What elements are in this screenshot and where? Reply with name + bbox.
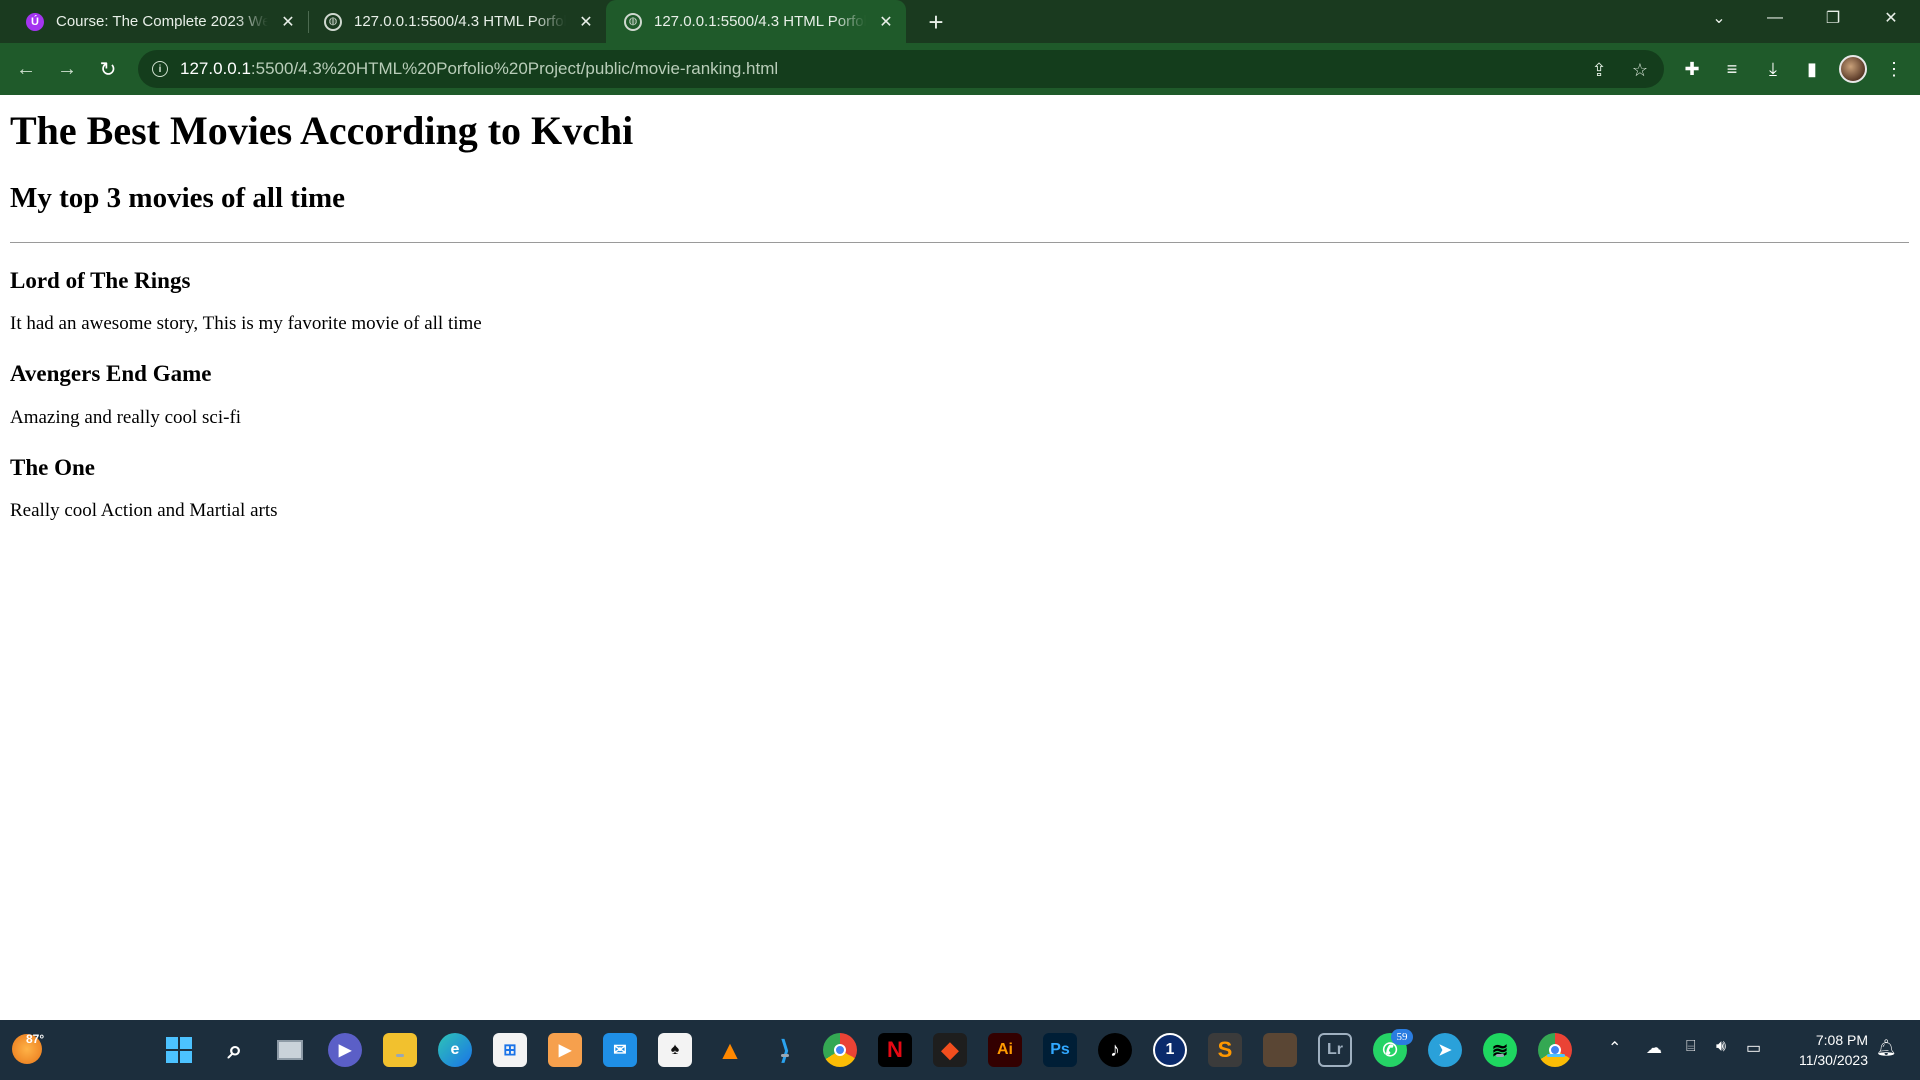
side-panel-icon[interactable]: ▮ — [1798, 55, 1826, 83]
vscode-icon[interactable]: ⟩ — [768, 1033, 802, 1067]
close-tab-icon[interactable]: ✕ — [276, 10, 300, 34]
share-icon[interactable]: ⇪ — [1588, 59, 1610, 81]
file-explorer-icon[interactable] — [383, 1033, 417, 1067]
minimize-button[interactable]: — — [1752, 0, 1798, 36]
network-icon[interactable]: ⌸ — [1686, 1038, 1696, 1056]
chrome-profile-icon[interactable] — [1538, 1033, 1572, 1067]
new-tab-button[interactable]: + — [922, 8, 950, 36]
telegram-icon[interactable]: ➤ — [1428, 1033, 1462, 1067]
reload-icon[interactable]: ↻ — [94, 55, 122, 83]
vlc-icon[interactable]: ▲ — [713, 1033, 747, 1067]
tray-overflow-chevron-icon[interactable]: ⌃ — [1608, 1038, 1621, 1058]
divider — [10, 241, 1909, 243]
extensions-icon[interactable]: ✚ — [1678, 55, 1706, 83]
browser-toolbar: ← → ↻ i 127.0.0.1:5500/4.3%20HTML%20Porf… — [0, 43, 1920, 95]
volume-icon[interactable]: 🔊︎ — [1716, 1038, 1726, 1056]
udemy-icon: Ú — [26, 12, 44, 31]
tiktok-icon[interactable]: ♪ — [1098, 1033, 1132, 1067]
tab-localhost-1[interactable]: ◍ 127.0.0.1:5500/4.3 HTML Porfolio Proje… — [306, 0, 598, 43]
whatsapp-unread-badge: 59 — [1391, 1029, 1413, 1045]
mail-icon[interactable]: ✉ — [603, 1033, 637, 1067]
spotify-icon[interactable]: ≋ — [1483, 1033, 1517, 1067]
page-subtitle: My top 3 movies of all time — [10, 182, 346, 214]
sublime-text-icon[interactable]: S — [1208, 1033, 1242, 1067]
chrome-icon[interactable] — [823, 1033, 857, 1067]
running-indicator — [1496, 1054, 1504, 1057]
tab-title: 127.0.0.1:5500/4.3 HTML Porfolio Project — [354, 13, 566, 30]
movie-title: Lord of The Rings — [10, 267, 191, 293]
movie-description: It had an awesome story, This is my favo… — [10, 313, 482, 335]
tab-search-chevron-icon[interactable]: ⌄ — [1696, 0, 1742, 36]
game-app-icon[interactable] — [1263, 1033, 1297, 1067]
battery-icon[interactable]: ▭ — [1746, 1038, 1761, 1058]
tab-title: Course: The Complete 2023 Web Developmen… — [56, 13, 268, 30]
page-title: The Best Movies According to Kvchi — [10, 108, 634, 153]
web-page: The Best Movies According to Kvchi My to… — [0, 95, 1920, 1020]
photoshop-icon[interactable]: Ps — [1043, 1033, 1077, 1067]
teams-chat-icon[interactable]: ▶ — [328, 1033, 362, 1067]
movie-title: The One — [10, 454, 95, 480]
globe-icon: ◍ — [324, 12, 342, 31]
close-tab-icon[interactable]: ✕ — [574, 10, 598, 34]
lightroom-icon[interactable]: Lr — [1318, 1033, 1352, 1067]
clock[interactable]: 7:08 PM 11/30/2023 — [1786, 1030, 1868, 1070]
tab-title: 127.0.0.1:5500/4.3 HTML Porfolio Project — [654, 13, 866, 30]
browser-titlebar: Ú Course: The Complete 2023 Web Developm… — [0, 0, 1920, 43]
onedrive-icon[interactable]: ☁ — [1646, 1038, 1662, 1058]
search-icon[interactable]: ⌕ — [218, 1033, 252, 1067]
back-icon[interactable]: ← — [12, 55, 40, 83]
tab-udemy-course[interactable]: Ú Course: The Complete 2023 Web Developm… — [8, 0, 300, 43]
figma-icon[interactable]: ◆ — [933, 1033, 967, 1067]
running-indicator — [396, 1054, 404, 1057]
url-text[interactable]: 127.0.0.1:5500/4.3%20HTML%20Porfolio%20P… — [180, 59, 778, 79]
task-view-icon[interactable] — [273, 1033, 307, 1067]
running-indicator — [781, 1054, 789, 1057]
taskbar: 87° ⌕ ▶ e ⊞ ▶ ✉ ♠ ▲ ⟩ N ◆ Ai Ps ♪ 1 S Lr… — [0, 1020, 1920, 1080]
close-window-button[interactable]: ✕ — [1868, 0, 1914, 36]
menu-kebab-icon[interactable]: ⋮ — [1880, 55, 1908, 83]
illustrator-icon[interactable]: Ai — [988, 1033, 1022, 1067]
1password-icon[interactable]: 1 — [1153, 1033, 1187, 1067]
windows-start-icon[interactable] — [162, 1033, 196, 1067]
movie-title: Avengers End Game — [10, 361, 212, 387]
movie-description: Really cool Action and Martial arts — [10, 500, 278, 522]
restore-button[interactable]: ❐ — [1810, 0, 1856, 36]
tab-localhost-active[interactable]: ◍ 127.0.0.1:5500/4.3 HTML Porfolio Proje… — [606, 0, 906, 43]
edge-browser-icon[interactable]: e — [438, 1033, 472, 1067]
solitaire-icon[interactable]: ♠ — [658, 1033, 692, 1067]
address-bar[interactable]: i 127.0.0.1:5500/4.3%20HTML%20Porfolio%2… — [138, 50, 1664, 88]
media-queue-icon[interactable]: ≡ — [1718, 55, 1746, 83]
clock-date: 11/30/2023 — [1798, 1052, 1868, 1068]
profile-avatar[interactable] — [1839, 55, 1867, 83]
weather-temperature: 87° — [26, 1032, 45, 1046]
movie-description: Amazing and really cool sci-fi — [10, 406, 242, 428]
notifications-bell-icon[interactable]: 🔔︎ — [1876, 1038, 1896, 1058]
globe-icon: ◍ — [624, 12, 642, 31]
microsoft-store-icon[interactable]: ⊞ — [493, 1033, 527, 1067]
active-app-indicator — [1547, 1054, 1565, 1057]
forward-icon[interactable]: → — [53, 55, 81, 83]
netflix-icon[interactable]: N — [878, 1033, 912, 1067]
site-info-icon[interactable]: i — [152, 61, 168, 77]
media-player-icon[interactable]: ▶ — [548, 1033, 582, 1067]
download-icon[interactable]: ⤓ — [1759, 55, 1787, 83]
bookmark-star-icon[interactable]: ☆ — [1629, 59, 1651, 81]
close-tab-icon[interactable]: ✕ — [874, 10, 898, 34]
clock-time: 7:08 PM — [1815, 1032, 1868, 1048]
